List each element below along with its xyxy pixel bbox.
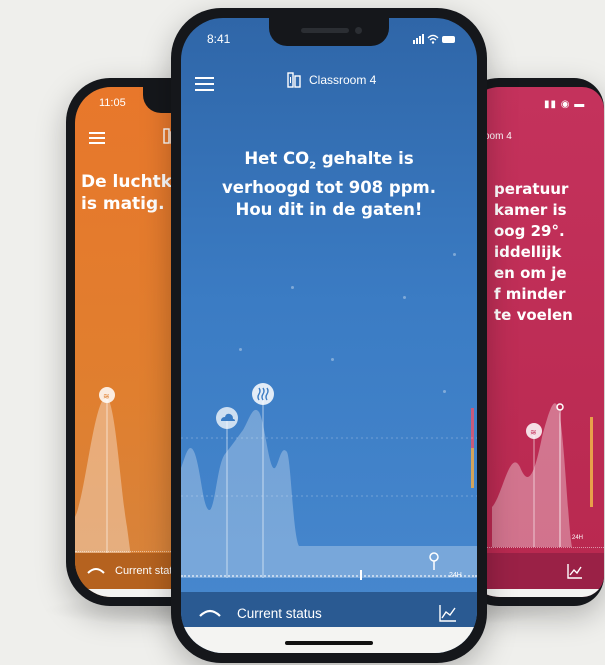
svg-text:≋: ≋ [103,392,110,401]
wave-icon [199,609,221,617]
status-icons [413,34,455,44]
front-camera [355,27,362,34]
message-text: gehalte is [316,149,414,168]
phone-center-screen: 8:41 Classroom 4 Het CO2 gehalte is verh… [181,18,477,653]
particle [239,348,242,351]
status-icons: ▮▮ ◉ ▬ [544,99,586,110]
history-graph: ≋ [492,403,593,547]
current-status-label: Current stat [115,565,173,577]
temperature-message: peratuur kamer is oog 29°. iddellijk en … [494,179,573,326]
wave-icon [87,568,105,574]
room-title: oom 4 [484,131,512,142]
hamburger-menu-icon[interactable] [195,76,215,92]
message-line: oog 29°. [494,222,565,240]
bottom-strip [181,627,477,653]
speaker-grille [301,28,349,33]
particle [403,296,406,299]
phone-center: 8:41 Classroom 4 Het CO2 gehalte is verh… [171,8,487,663]
particle [291,286,294,289]
co2-message: Het CO2 gehalte is verhoogd tot 908 ppm.… [181,148,477,221]
timeline-now-marker [360,570,362,580]
line-chart-icon[interactable] [439,604,457,622]
axis-label-24h: 24H [449,572,462,579]
timeline-axis [181,575,477,578]
message-line: kamer is [494,201,567,219]
status-time: 8:41 [207,32,231,46]
svg-text:≋: ≋ [530,428,537,437]
particle [453,253,456,256]
co2-history-graph [181,396,477,578]
message-line: Hou dit in de gaten! [235,200,423,220]
message-line: De luchtk [81,172,173,192]
message-line: Het CO2 gehalte is [181,148,477,177]
heat-icon[interactable] [251,382,275,406]
home-indicator[interactable] [285,641,373,645]
particle [331,358,334,361]
location-pin-icon[interactable] [428,552,440,570]
message-line: verhoogd tot 908 ppm. [222,178,436,198]
axis-label-24h: 24H [572,535,584,541]
cloud-icon[interactable] [215,406,239,430]
hamburger-menu-icon[interactable] [89,131,107,145]
notch [269,18,389,46]
message-line: en om je [494,264,567,282]
message-line: peratuur [494,180,569,198]
message-line: is matig. [81,194,165,214]
message-line: iddellijk [494,243,562,261]
message-line: f minder [494,285,566,303]
message-text: Het CO [244,149,310,168]
message-line: te voelen [494,306,573,324]
status-time: 11:05 [99,97,126,109]
current-status-label: Current status [237,605,322,621]
air-quality-message: De luchtk is matig. [81,171,172,215]
building-icon [287,72,301,88]
room-title: Classroom 4 [309,73,377,87]
line-chart-icon[interactable] [567,563,583,579]
